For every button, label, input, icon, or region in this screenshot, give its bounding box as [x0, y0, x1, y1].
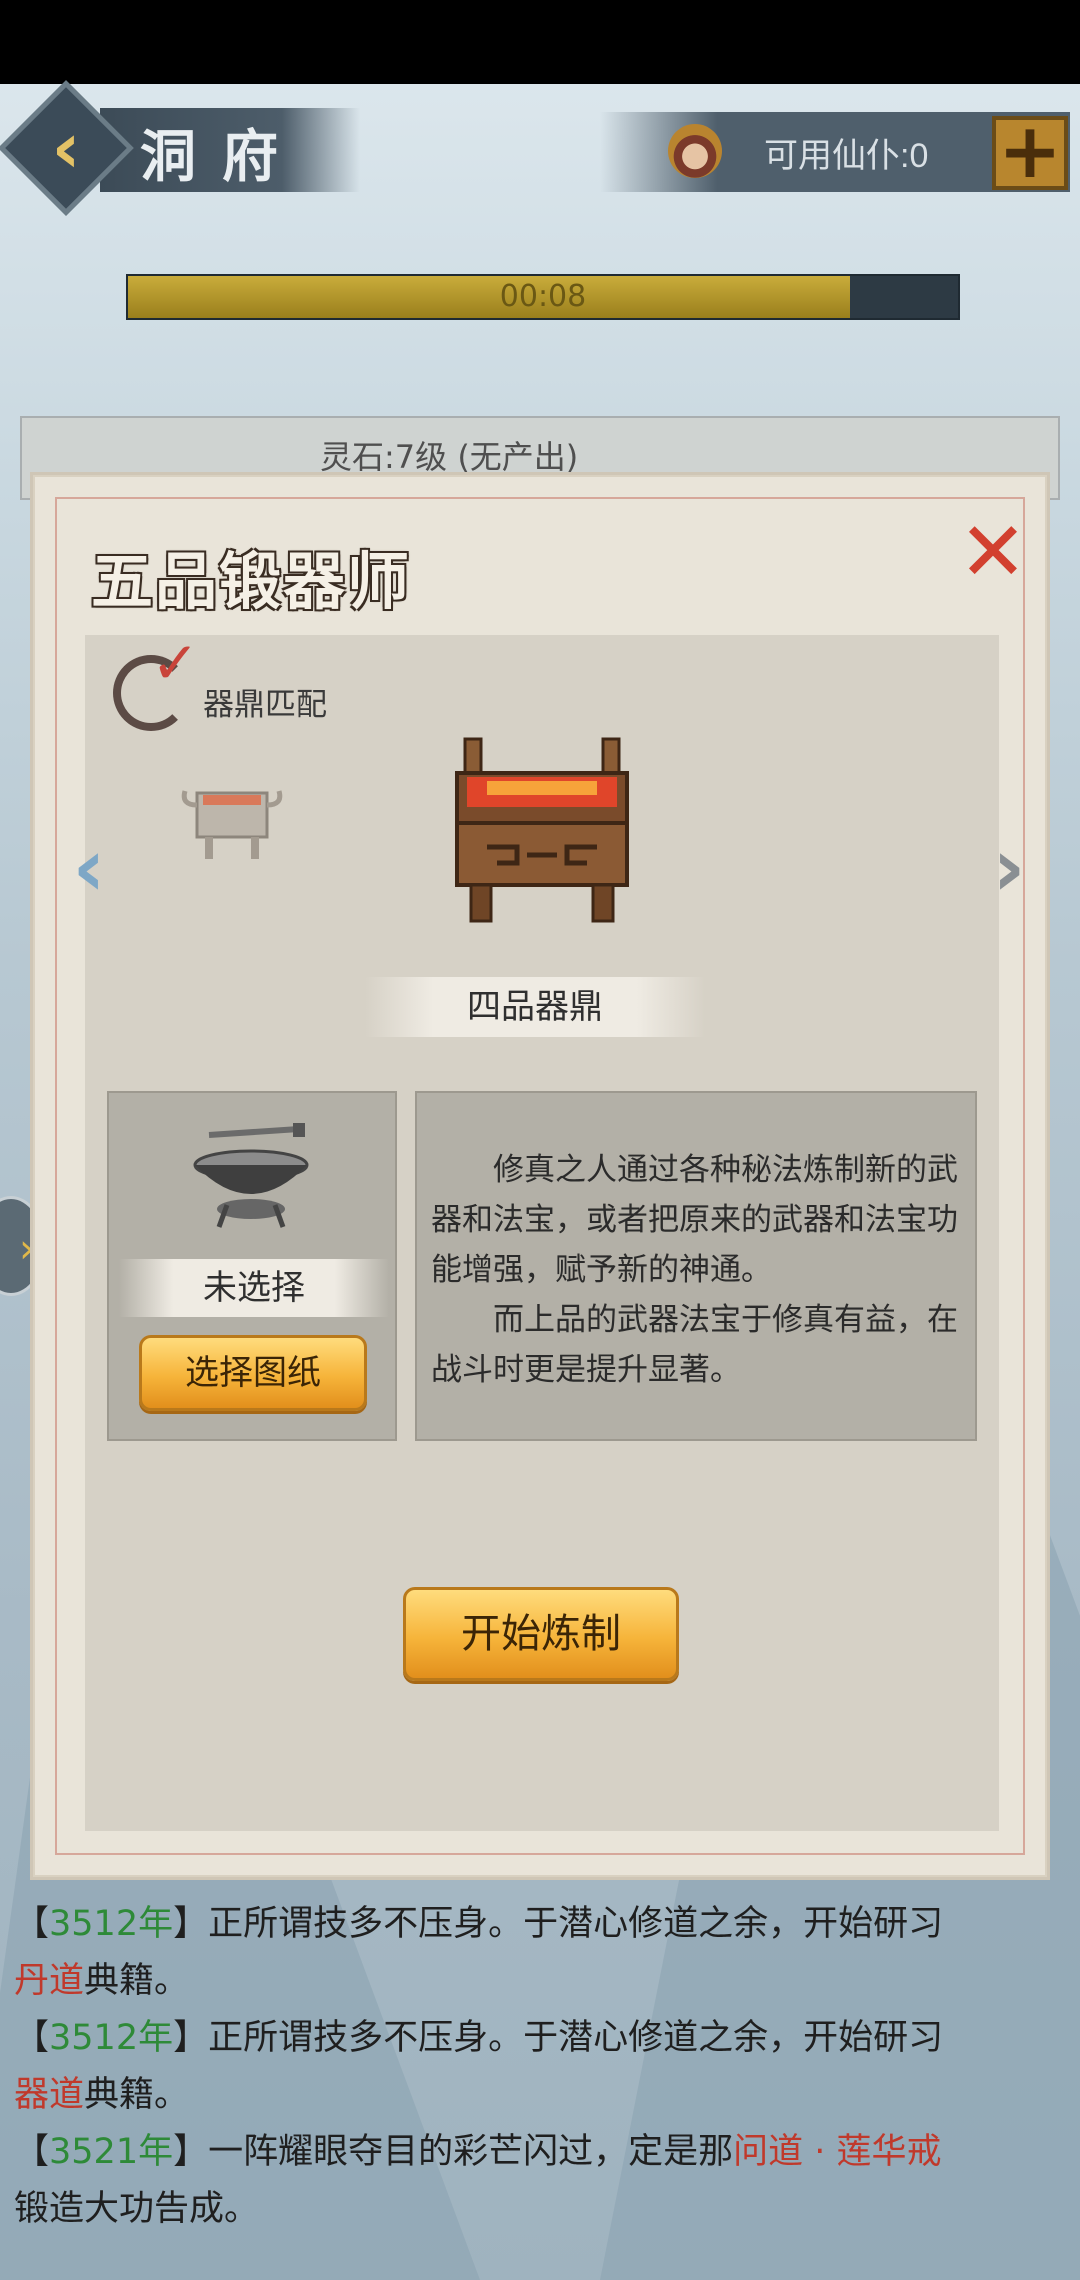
log-bracket: 【 — [14, 1904, 50, 1944]
start-forging-button[interactable]: 开始炼制 — [403, 1587, 679, 1681]
dialog-panel: ✓ 器鼎匹配 ‹ › 四品器鼎 未选择 选择图纸 修真之人通过各种秘法炼制新的武… — [73, 629, 1025, 1831]
timer-text: 00:08 — [499, 279, 587, 314]
log-text: 】正所谓技多不压身。于潜心修道之余，开始研习 — [173, 1904, 944, 1944]
add-servant-button[interactable]: + — [992, 113, 1068, 190]
log-text: 】正所谓技多不压身。于潜心修道之余，开始研习 — [173, 2018, 944, 2058]
log-highlight: 丹道 — [14, 1961, 85, 2001]
log-year: 3521年 — [49, 2132, 174, 2172]
log-text: 锻造大功告成。 — [14, 2189, 260, 2229]
page-title: 洞府 — [140, 124, 304, 190]
log-text: 典籍。 — [84, 2075, 190, 2115]
close-button[interactable]: ✕ — [955, 512, 1031, 594]
cauldron-large-icon[interactable] — [447, 737, 637, 927]
log-highlight: 问道 · 莲华戒 — [733, 2132, 942, 2172]
blueprint-select-box: 未选择 选择图纸 — [107, 1091, 397, 1441]
description-paragraph: 而上品的武器法宝于修真有益，在战斗时更是提升显著。 — [431, 1302, 958, 1388]
select-blueprint-button[interactable]: 选择图纸 — [139, 1335, 367, 1411]
cauldron-match-label: 器鼎匹配 — [203, 687, 327, 723]
dialog-title: 五品锻器师 — [91, 545, 412, 618]
log-text: 】一阵耀眼夺目的彩芒闪过，定是那 — [173, 2132, 734, 2172]
log-entry: 【3512年】正所谓技多不压身。于潜心修道之余，开始研习 丹道典籍。 — [14, 1896, 1074, 2010]
available-servants-label: 可用仙仆:0 — [764, 137, 929, 175]
cauldron-name: 四品器鼎 — [467, 987, 603, 1027]
log-year: 3512年 — [49, 1904, 174, 1944]
cauldron-small-icon[interactable] — [177, 775, 287, 867]
event-log: 【3512年】正所谓技多不压身。于潜心修道之余，开始研习 丹道典籍。 【3512… — [14, 1876, 1074, 2238]
log-bracket: 【 — [14, 2018, 50, 2058]
blueprint-status: 未选择 — [203, 1268, 305, 1308]
forge-pan-icon — [193, 1123, 309, 1228]
log-highlight: 器道 — [14, 2075, 85, 2115]
top-bar: ‹ 洞府 可用仙仆:0 + — [0, 80, 1080, 216]
description-box: 修真之人通过各种秘法炼制新的武器和法宝，或者把原来的武器和法宝功能增强，赋予新的… — [415, 1091, 977, 1441]
description-paragraph: 修真之人通过各种秘法炼制新的武器和法宝，或者把原来的武器和法宝功能增强，赋予新的… — [431, 1152, 958, 1288]
next-cauldron-button[interactable]: › — [987, 823, 1031, 913]
servant-avatar-icon — [668, 124, 722, 178]
checkmark-icon: ✓ — [151, 629, 200, 697]
log-entry: 【3512年】正所谓技多不压身。于潜心修道之余，开始研习 器道典籍。 — [14, 2010, 1074, 2124]
log-year: 3512年 — [49, 2018, 174, 2058]
back-chevron-icon: ‹ — [51, 107, 81, 189]
forge-dialog: 五品锻器师 ✕ ✓ 器鼎匹配 ‹ › 四品器鼎 未选择 选择图纸 修真之人通过各… — [30, 472, 1050, 1880]
log-entry: 【3521年】一阵耀眼夺目的彩芒闪过，定是那问道 · 莲华戒 锻造大功告成。 — [14, 2124, 1074, 2238]
log-text: 典籍。 — [84, 1961, 190, 2001]
prev-cauldron-button[interactable]: ‹ — [67, 823, 111, 913]
timer-progress-bar: 00:08 — [126, 274, 960, 320]
log-bracket: 【 — [14, 2132, 50, 2172]
